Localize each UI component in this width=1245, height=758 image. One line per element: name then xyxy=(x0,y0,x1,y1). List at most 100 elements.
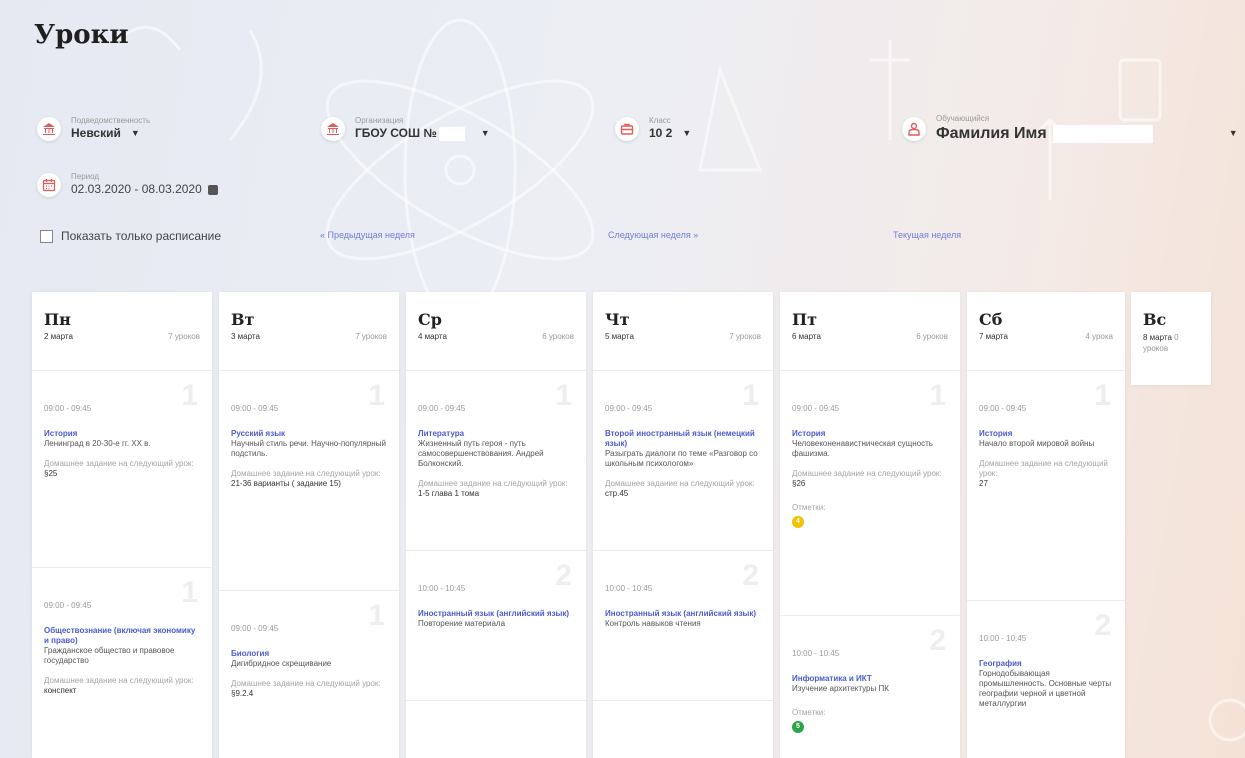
lesson-card[interactable] xyxy=(593,700,773,758)
lesson-time: 10:00 - 10:45 xyxy=(605,584,653,593)
marks-label: Отметки: xyxy=(792,708,826,717)
lesson-subject[interactable]: Иностранный язык (английский язык) xyxy=(418,609,574,619)
lesson-subject[interactable]: История xyxy=(792,429,948,439)
chevron-down-icon[interactable]: ▼ xyxy=(682,126,691,141)
homework-text: §25 xyxy=(44,469,58,478)
lesson-topic: Гражданское общество и правовое государс… xyxy=(44,646,175,665)
day-column-mon: Пн 2 марта 7 уроков 1 09:00 - 09:45 Истор… xyxy=(32,292,212,758)
lesson-card[interactable]: 2 10:00 - 10:45 Иностранный язык (англий… xyxy=(593,550,773,700)
lesson-number: 1 xyxy=(929,379,946,412)
lesson-card[interactable]: 1 09:00 - 09:45 Обществознание (включая … xyxy=(32,567,212,758)
student-value: Фамилия Имя xyxy=(936,125,1047,142)
show-schedule-only-checkbox[interactable]: Показать только расписание xyxy=(40,229,221,243)
homework-text: 21-36 варианты ( задание 15) xyxy=(231,479,341,488)
prev-week-link[interactable]: « Предыдущая неделя xyxy=(320,230,415,240)
date-picker-icon[interactable] xyxy=(207,184,218,195)
lesson-card[interactable]: 1 09:00 - 09:45 История Ленинград в 20-3… xyxy=(32,370,212,567)
lesson-topic: Человеконенавистническая сущность фашизм… xyxy=(792,439,933,458)
chevron-down-icon[interactable]: ▼ xyxy=(1229,124,1238,143)
organization-filter[interactable]: Организация ГБОУ СОШ № ▼ xyxy=(321,116,490,141)
lesson-subject[interactable]: Иностранный язык (английский язык) xyxy=(605,609,761,619)
lesson-card[interactable]: 1 09:00 - 09:45 Второй иностранный язык … xyxy=(593,370,773,550)
lesson-card[interactable]: 1 09:00 - 09:45 Биология Дигибридное скр… xyxy=(219,590,399,758)
homework-text: конспект xyxy=(44,686,77,695)
lesson-subject[interactable]: Второй иностранный язык (немецкий язык) xyxy=(605,429,761,449)
period-label: Период xyxy=(71,172,100,181)
marks-label: Отметки: xyxy=(792,503,826,512)
day-column-sat: Сб 7 марта 4 урока 1 09:00 - 09:45 Истори… xyxy=(967,292,1125,758)
day-column-tue: Вт 3 марта 7 уроков 1 09:00 - 09:45 Русск… xyxy=(219,292,399,758)
lesson-topic: Изучение архитектуры ПК xyxy=(792,684,889,693)
lesson-number: 1 xyxy=(555,379,572,412)
lesson-count: 7 уроков xyxy=(168,332,200,341)
current-week-link[interactable]: Текущая неделя xyxy=(893,230,961,240)
class-filter[interactable]: Класс 10 2 ▼ xyxy=(615,116,691,141)
lesson-subject[interactable]: География xyxy=(979,659,1113,669)
lesson-number: 1 xyxy=(181,576,198,609)
homework-label: Домашнее задание на следующий урок: xyxy=(979,459,1108,478)
lesson-number: 1 xyxy=(368,379,385,412)
lesson-number: 1 xyxy=(181,379,198,412)
lesson-card[interactable]: 1 09:00 - 09:45 Русский язык Научный сти… xyxy=(219,370,399,590)
lesson-subject[interactable]: Биология xyxy=(231,649,387,659)
homework-text: §9.2.4 xyxy=(231,689,254,698)
next-week-link[interactable]: Следующая неделя » xyxy=(608,230,698,240)
chevron-down-icon[interactable]: ▼ xyxy=(131,126,140,141)
lesson-number: 2 xyxy=(555,559,572,592)
district-filter[interactable]: Подведомственность Невский ▼ xyxy=(37,116,150,141)
lesson-time: 09:00 - 09:45 xyxy=(44,404,92,413)
lesson-topic: Разыграть диалоги по теме «Разговор со ш… xyxy=(605,449,758,468)
lesson-subject[interactable]: Литература xyxy=(418,429,574,439)
lesson-topic: Научный стиль речи. Научно-популярный по… xyxy=(231,439,386,458)
lesson-time: 09:00 - 09:45 xyxy=(231,404,279,413)
lesson-number: 2 xyxy=(742,559,759,592)
lesson-number: 1 xyxy=(368,599,385,632)
lesson-time: 09:00 - 09:45 xyxy=(418,404,466,413)
lesson-card[interactable] xyxy=(406,700,586,758)
grade-badge[interactable]: 5 xyxy=(792,721,804,733)
show-schedule-only-label: Показать только расписание xyxy=(61,229,221,243)
lesson-card[interactable]: 2 10:00 - 10:45 Иностранный язык (англий… xyxy=(406,550,586,700)
day-name: Пн xyxy=(44,310,71,329)
lesson-number: 1 xyxy=(742,379,759,412)
lesson-time: 09:00 - 09:45 xyxy=(979,404,1027,413)
lesson-subject[interactable]: История xyxy=(979,429,1113,439)
student-filter[interactable]: Обучающийся Фамилия Имя ▼ xyxy=(902,114,1238,143)
lesson-subject[interactable]: История xyxy=(44,429,200,439)
student-label: Обучающийся xyxy=(936,114,990,123)
period-filter[interactable]: Период 02.03.2020 - 08.03.2020 xyxy=(37,172,218,197)
day-date: 4 марта xyxy=(418,332,447,341)
class-value: 10 2 xyxy=(649,126,673,140)
lesson-topic: Контроль навыков чтения xyxy=(605,619,701,628)
day-date: 5 марта xyxy=(605,332,634,341)
lesson-card[interactable]: 2 10:00 - 10:45 География Горнодобывающа… xyxy=(967,600,1125,758)
lesson-subject[interactable]: Обществознание (включая экономику и прав… xyxy=(44,626,200,646)
district-value: Невский xyxy=(71,126,121,140)
homework-text: стр.45 xyxy=(605,489,629,498)
district-label: Подведомственность xyxy=(71,116,151,125)
lesson-card[interactable]: 1 09:00 - 09:45 История Начало второй ми… xyxy=(967,370,1125,600)
lesson-subject[interactable]: Информатика и ИКТ xyxy=(792,674,948,684)
checkbox-box[interactable] xyxy=(40,229,53,243)
lesson-time: 09:00 - 09:45 xyxy=(605,404,653,413)
day-date: 3 марта xyxy=(231,332,260,341)
day-name: Пт xyxy=(792,310,818,329)
homework-text: 1-5 глава 1 тома xyxy=(418,489,480,498)
day-column-wed: Ср 4 марта 6 уроков 1 09:00 - 09:45 Литер… xyxy=(406,292,586,758)
lesson-number: 2 xyxy=(929,624,946,657)
organization-value: ГБОУ СОШ № xyxy=(355,126,437,140)
lesson-time: 09:00 - 09:45 xyxy=(231,624,279,633)
homework-label: Домашнее задание на следующий урок: xyxy=(792,469,942,478)
lesson-subject[interactable]: Русский язык xyxy=(231,429,387,439)
lesson-card[interactable]: 1 09:00 - 09:45 Литература Жизненный пут… xyxy=(406,370,586,550)
lesson-topic: Дигибридное скрещивание xyxy=(231,659,332,668)
chevron-down-icon[interactable]: ▼ xyxy=(481,126,490,141)
grade-badge[interactable]: 4 xyxy=(792,516,804,528)
lesson-card[interactable]: 1 09:00 - 09:45 История Человеконенавист… xyxy=(780,370,960,615)
lesson-time: 10:00 - 10:45 xyxy=(979,634,1027,643)
homework-text: 27 xyxy=(979,479,988,488)
day-date: 6 марта xyxy=(792,332,821,341)
building-icon xyxy=(37,116,61,141)
day-name: Ср xyxy=(418,310,442,329)
lesson-card[interactable]: 2 10:00 - 10:45 Информатика и ИКТ Изучен… xyxy=(780,615,960,758)
